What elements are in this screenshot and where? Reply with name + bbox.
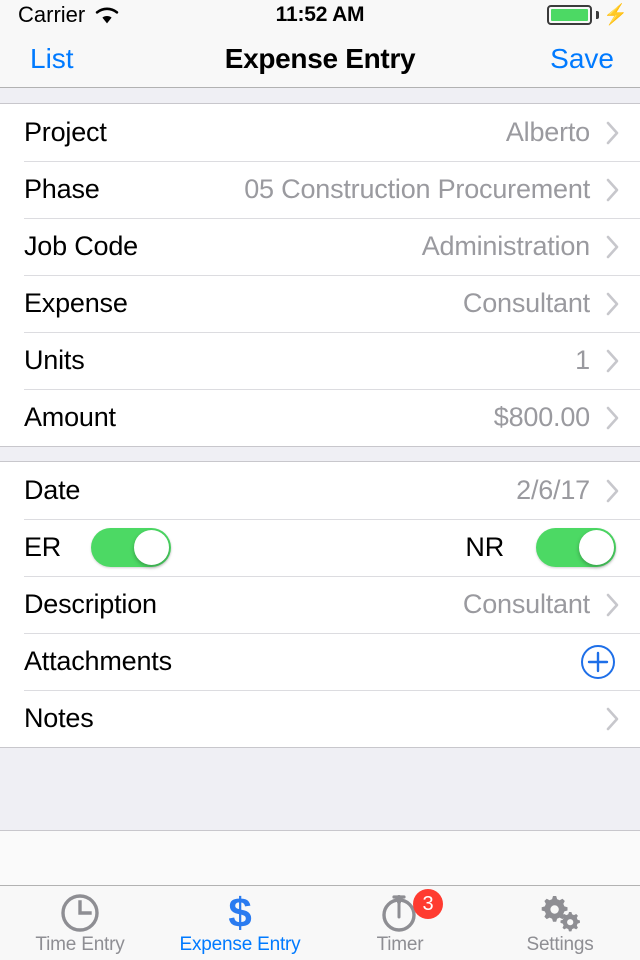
battery-full-icon	[547, 5, 593, 25]
row-job-code[interactable]: Job Code Administration	[0, 218, 640, 275]
row-value-units: 1	[575, 345, 590, 375]
row-label-job-code: Job Code	[24, 231, 138, 261]
chevron-right-icon	[606, 479, 619, 502]
row-label-er: ER	[24, 532, 62, 562]
expense-meta-section: Date 2/6/17 ER NR Description Consultant	[0, 461, 640, 748]
blank-area	[0, 831, 640, 885]
tab-timer[interactable]: 3 Timer	[320, 886, 480, 960]
row-project[interactable]: Project Alberto	[0, 104, 640, 161]
row-label-project: Project	[24, 117, 107, 147]
row-phase[interactable]: Phase 05 Construction Procurement	[0, 161, 640, 218]
tab-time-entry[interactable]: Time Entry	[0, 886, 160, 960]
status-bar: Carrier 11:52 AM ⚡	[0, 0, 640, 30]
row-value-description: Consultant	[462, 589, 590, 619]
row-label-nr: NR	[465, 532, 504, 562]
app-screen: Carrier 11:52 AM ⚡ List Expense Entry Sa…	[0, 0, 640, 960]
chevron-right-icon	[606, 593, 619, 616]
row-value-amount: $800.00	[493, 402, 590, 432]
tab-label-expense-entry: Expense Entry	[179, 934, 301, 955]
row-label-units: Units	[24, 345, 85, 375]
row-description[interactable]: Description Consultant	[0, 576, 640, 633]
row-label-expense: Expense	[24, 288, 128, 318]
expense-details-section: Project Alberto Phase 05 Construction Pr…	[0, 103, 640, 447]
nr-switch[interactable]	[536, 528, 616, 567]
row-expense[interactable]: Expense Consultant	[0, 275, 640, 332]
status-bar-time: 11:52 AM	[275, 3, 365, 26]
row-value-job-code: Administration	[421, 231, 590, 261]
row-value-expense: Consultant	[462, 288, 590, 318]
save-button[interactable]: Save	[550, 43, 614, 75]
empty-footer-area	[0, 770, 640, 831]
tab-expense-entry[interactable]: $ Expense Entry	[160, 886, 320, 960]
row-label-amount: Amount	[24, 402, 116, 432]
tab-icon-wrap: $	[228, 889, 252, 936]
chevron-right-icon	[606, 235, 619, 258]
form-content: Project Alberto Phase 05 Construction Pr…	[0, 89, 640, 885]
chevron-right-icon	[606, 349, 619, 372]
er-switch-knob	[134, 530, 170, 565]
timer-badge: 3	[413, 889, 443, 919]
section-gap-middle	[0, 447, 640, 461]
nr-switch-knob	[579, 530, 614, 565]
row-value-date: 2/6/17	[516, 475, 590, 505]
row-label-date: Date	[24, 475, 81, 505]
chevron-right-icon	[606, 178, 619, 201]
navigation-bar: List Expense Entry Save	[0, 30, 640, 88]
tab-label-timer: Timer	[376, 934, 424, 955]
row-notes[interactable]: Notes	[0, 690, 640, 747]
row-label-description: Description	[24, 589, 157, 619]
chevron-right-icon	[606, 121, 619, 144]
tab-bar: Time Entry $ Expense Entry 3 Timer Setti…	[0, 885, 640, 960]
row-label-phase: Phase	[24, 174, 100, 204]
er-toggle-group: ER	[24, 528, 172, 567]
chevron-right-icon	[606, 707, 619, 730]
tab-icon-wrap: 3	[379, 889, 443, 933]
lightning-bolt-icon: ⚡	[603, 4, 628, 26]
row-label-notes: Notes	[24, 703, 94, 733]
add-circle-icon[interactable]	[580, 644, 616, 680]
status-bar-right: ⚡	[547, 5, 628, 25]
gears-icon	[541, 896, 580, 932]
section-gap-bottom	[0, 748, 640, 770]
tab-icon-wrap	[537, 893, 583, 933]
tab-settings[interactable]: Settings	[480, 886, 640, 960]
clock-icon	[61, 894, 99, 932]
battery-nub	[596, 11, 600, 19]
row-units[interactable]: Units 1	[0, 332, 640, 389]
chevron-right-icon	[606, 292, 619, 315]
tab-label-time-entry: Time Entry	[35, 934, 125, 955]
row-date[interactable]: Date 2/6/17	[0, 462, 640, 519]
row-amount[interactable]: Amount $800.00	[0, 389, 640, 446]
er-switch[interactable]	[91, 528, 172, 567]
row-er-nr-toggles: ER NR	[0, 519, 640, 576]
row-value-project: Alberto	[505, 117, 590, 147]
dollar-icon: $	[228, 889, 252, 936]
row-attachments[interactable]: Attachments	[0, 633, 640, 690]
section-gap-top	[0, 89, 640, 103]
nr-toggle-group: NR	[465, 528, 616, 567]
chevron-right-icon	[606, 406, 619, 429]
page-title: Expense Entry	[224, 42, 416, 74]
tab-label-settings: Settings	[526, 934, 594, 955]
row-label-attachments: Attachments	[24, 646, 172, 676]
row-value-phase: 05 Construction Procurement	[244, 174, 590, 204]
tab-icon-wrap	[59, 893, 101, 933]
